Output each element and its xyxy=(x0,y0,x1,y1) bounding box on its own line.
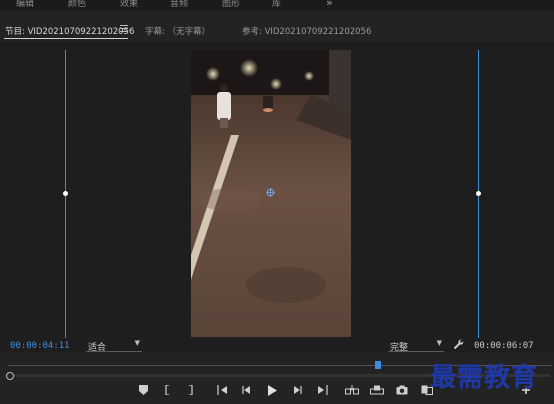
tab-reference-monitor[interactable]: 参考: VID20210709221202056 xyxy=(242,25,371,37)
zoom-level-select[interactable]: 适合 ▼ xyxy=(86,339,142,353)
workspace-tab-effects[interactable]: 效果 xyxy=(120,0,138,9)
overwrite-button[interactable] xyxy=(370,385,384,399)
go-to-in-icon xyxy=(216,385,227,395)
step-back-icon xyxy=(242,386,250,394)
tab-captions[interactable]: 字幕: （无字幕） xyxy=(145,25,210,37)
overwrite-icon xyxy=(370,385,384,395)
go-to-out-icon xyxy=(317,385,328,395)
workspace-tab-graphics[interactable]: 图形 xyxy=(222,0,240,9)
watermark-logo: 最需教育 xyxy=(430,363,539,393)
anchor-point-icon[interactable] xyxy=(266,188,275,197)
camera-icon xyxy=(396,385,408,395)
settings-wrench-icon[interactable] xyxy=(453,339,464,350)
step-back-button[interactable] xyxy=(240,385,254,399)
go-to-out-button[interactable] xyxy=(315,385,329,399)
guide-handle-right[interactable] xyxy=(476,191,481,196)
workspace-bar: 编辑 颜色 效果 音频 图形 库 » xyxy=(0,0,554,10)
workspace-tab-audio[interactable]: 音频 xyxy=(170,0,188,9)
panel-tab-bar: 节目: VID20210709221202056 字幕: （无字幕） 参考: V… xyxy=(0,20,554,40)
tab-program-monitor[interactable]: 节目: VID20210709221202056 xyxy=(5,25,134,37)
add-marker-button[interactable] xyxy=(136,385,150,399)
insert-button[interactable] xyxy=(345,385,359,399)
chevron-down-icon: ▼ xyxy=(436,339,442,347)
zoom-scroll-handle[interactable] xyxy=(6,372,14,380)
workspace-tab-libraries[interactable]: 库 xyxy=(272,0,281,9)
mark-out-icon xyxy=(189,385,193,395)
mark-in-button[interactable] xyxy=(160,385,174,399)
play-icon xyxy=(268,385,277,396)
mark-in-icon xyxy=(165,385,169,395)
playback-resolution-value: 完整 xyxy=(390,343,409,353)
duration-timecode: 00:00:06:07 xyxy=(474,341,534,351)
zoom-level-value: 适合 xyxy=(88,343,107,353)
playhead-marker[interactable] xyxy=(374,361,381,369)
step-forward-icon xyxy=(294,386,302,394)
mark-out-button[interactable] xyxy=(184,385,198,399)
chevron-down-icon: ▼ xyxy=(134,339,140,347)
step-forward-button[interactable] xyxy=(290,385,304,399)
workspace-tab-color[interactable]: 颜色 xyxy=(68,0,86,9)
current-timecode[interactable]: 00:00:04:11 xyxy=(10,341,70,351)
panel-menu-icon[interactable] xyxy=(120,25,128,33)
active-tab-indicator xyxy=(4,38,128,39)
more-workspaces-icon[interactable]: » xyxy=(326,0,333,9)
guide-handle-left[interactable] xyxy=(63,191,68,196)
go-to-in-button[interactable] xyxy=(215,385,229,399)
marker-icon xyxy=(138,385,148,395)
play-button[interactable] xyxy=(265,385,279,399)
playback-resolution-select[interactable]: 完整 ▼ xyxy=(388,339,444,353)
workspace-tab-edit[interactable]: 编辑 xyxy=(16,0,34,9)
export-frame-button[interactable] xyxy=(395,385,409,399)
insert-icon xyxy=(345,385,359,395)
